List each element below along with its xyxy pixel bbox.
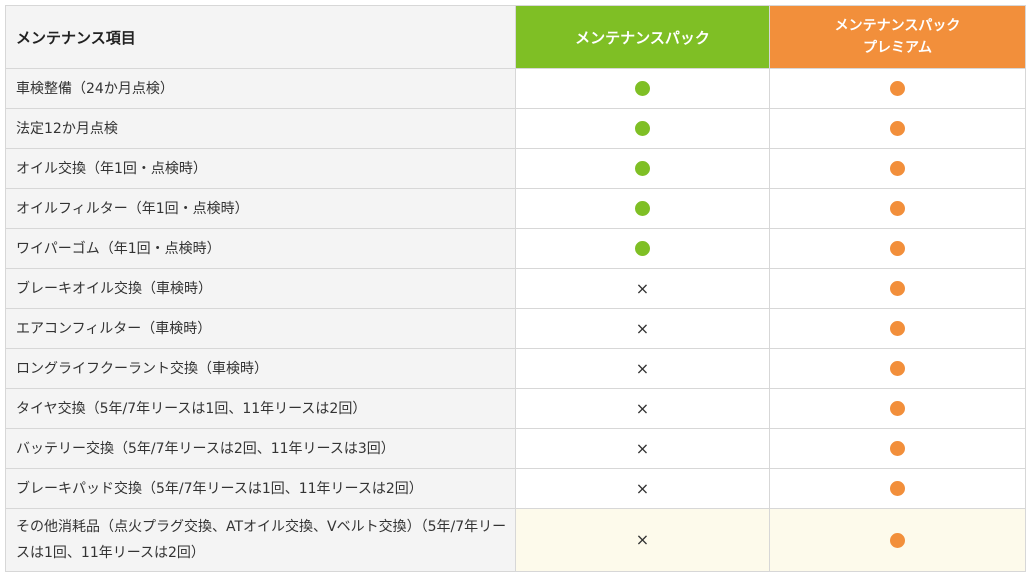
standard-pack-cell	[515, 188, 770, 229]
standard-not-included-cross-icon: ×	[635, 278, 650, 298]
premium-included-dot-icon	[890, 321, 905, 336]
premium-pack-cell	[769, 268, 1026, 309]
table-body: 車検整備（24か月点検） 法定12か月点検 オイル交換（年1回・点検時） オイルフィル…	[5, 68, 1026, 572]
maintenance-item-label: その他消耗品（点火プラグ交換、ATオイル交換、Vベルト交換）（5年/7年リースは…	[5, 508, 516, 572]
maintenance-comparison-table-wrap: メンテナンス項目 メンテナンスパック メンテナンスパック プレミアム 車検整備（…	[5, 5, 1026, 572]
header-maintenance-pack: メンテナンスパック	[515, 5, 770, 69]
maintenance-item-label: 車検整備（24か月点検）	[5, 68, 516, 109]
standard-included-dot-icon	[635, 161, 650, 176]
table-row: エアコンフィルター（車検時） ×	[5, 308, 1026, 349]
standard-not-included-cross-icon: ×	[635, 530, 650, 549]
standard-included-dot-icon	[635, 81, 650, 96]
premium-pack-cell	[769, 68, 1026, 109]
premium-pack-cell	[769, 308, 1026, 349]
maintenance-item-label: ブレーキオイル交換（車検時）	[5, 268, 516, 309]
table-row: ブレーキオイル交換（車検時） ×	[5, 268, 1026, 309]
standard-included-dot-icon	[635, 201, 650, 216]
premium-included-dot-icon	[890, 201, 905, 216]
standard-pack-cell: ×	[515, 508, 770, 572]
standard-pack-cell	[515, 108, 770, 149]
standard-pack-cell: ×	[515, 428, 770, 469]
standard-included-dot-icon	[635, 121, 650, 136]
standard-not-included-cross-icon: ×	[635, 478, 650, 498]
maintenance-item-label: オイル交換（年1回・点検時）	[5, 148, 516, 189]
table-row: バッテリー交換（5年/7年リースは2回、11年リースは3回） ×	[5, 428, 1026, 469]
table-row: ブレーキパッド交換（5年/7年リースは1回、11年リースは2回） ×	[5, 468, 1026, 509]
standard-included-dot-icon	[635, 241, 650, 256]
table-row: タイヤ交換（5年/7年リースは1回、11年リースは2回） ×	[5, 388, 1026, 429]
table-row: その他消耗品（点火プラグ交換、ATオイル交換、Vベルト交換）（5年/7年リースは…	[5, 508, 1026, 572]
premium-pack-cell	[769, 188, 1026, 229]
table-row: オイルフィルター（年1回・点検時）	[5, 188, 1026, 229]
premium-included-dot-icon	[890, 161, 905, 176]
premium-included-dot-icon	[890, 281, 905, 296]
table-row: ワイパーゴム（年1回・点検時）	[5, 228, 1026, 269]
maintenance-item-label: ブレーキパッド交換（5年/7年リースは1回、11年リースは2回）	[5, 468, 516, 509]
standard-pack-cell: ×	[515, 348, 770, 389]
standard-pack-cell: ×	[515, 308, 770, 349]
header-maintenance-item: メンテナンス項目	[5, 5, 516, 69]
table-row: 法定12か月点検	[5, 108, 1026, 149]
maintenance-item-label: ワイパーゴム（年1回・点検時）	[5, 228, 516, 269]
maintenance-comparison-table: メンテナンス項目 メンテナンスパック メンテナンスパック プレミアム 車検整備（…	[5, 5, 1026, 572]
premium-included-dot-icon	[890, 81, 905, 96]
standard-pack-cell	[515, 228, 770, 269]
premium-pack-cell	[769, 348, 1026, 389]
premium-pack-cell	[769, 388, 1026, 429]
premium-pack-cell	[769, 468, 1026, 509]
premium-included-dot-icon	[890, 532, 905, 548]
premium-included-dot-icon	[890, 401, 905, 416]
table-row: ロングライフクーラント交換（車検時） ×	[5, 348, 1026, 389]
table-row: オイル交換（年1回・点検時）	[5, 148, 1026, 189]
standard-not-included-cross-icon: ×	[635, 318, 650, 338]
premium-pack-cell	[769, 508, 1026, 572]
premium-pack-cell	[769, 148, 1026, 189]
maintenance-item-label: タイヤ交換（5年/7年リースは1回、11年リースは2回）	[5, 388, 516, 429]
table-row: 車検整備（24か月点検）	[5, 68, 1026, 109]
premium-pack-cell	[769, 108, 1026, 149]
standard-not-included-cross-icon: ×	[635, 398, 650, 418]
maintenance-item-label: ロングライフクーラント交換（車検時）	[5, 348, 516, 389]
standard-not-included-cross-icon: ×	[635, 438, 650, 458]
premium-pack-cell	[769, 428, 1026, 469]
header-premium-line2: プレミアム	[862, 40, 933, 56]
header-maintenance-pack-premium: メンテナンスパック プレミアム	[769, 5, 1026, 69]
maintenance-item-label: 法定12か月点検	[5, 108, 516, 149]
maintenance-item-label: バッテリー交換（5年/7年リースは2回、11年リースは3回）	[5, 428, 516, 469]
table-header-row: メンテナンス項目 メンテナンスパック メンテナンスパック プレミアム	[5, 5, 1026, 69]
header-premium-line1: メンテナンスパック	[834, 18, 961, 34]
premium-included-dot-icon	[890, 241, 905, 256]
standard-pack-cell: ×	[515, 468, 770, 509]
premium-included-dot-icon	[890, 361, 905, 376]
standard-pack-cell	[515, 68, 770, 109]
premium-included-dot-icon	[890, 441, 905, 456]
premium-pack-cell	[769, 228, 1026, 269]
maintenance-item-label: オイルフィルター（年1回・点検時）	[5, 188, 516, 229]
maintenance-item-label: エアコンフィルター（車検時）	[5, 308, 516, 349]
standard-not-included-cross-icon: ×	[635, 358, 650, 378]
premium-included-dot-icon	[890, 481, 905, 496]
premium-included-dot-icon	[890, 121, 905, 136]
standard-pack-cell: ×	[515, 268, 770, 309]
standard-pack-cell: ×	[515, 388, 770, 429]
standard-pack-cell	[515, 148, 770, 189]
